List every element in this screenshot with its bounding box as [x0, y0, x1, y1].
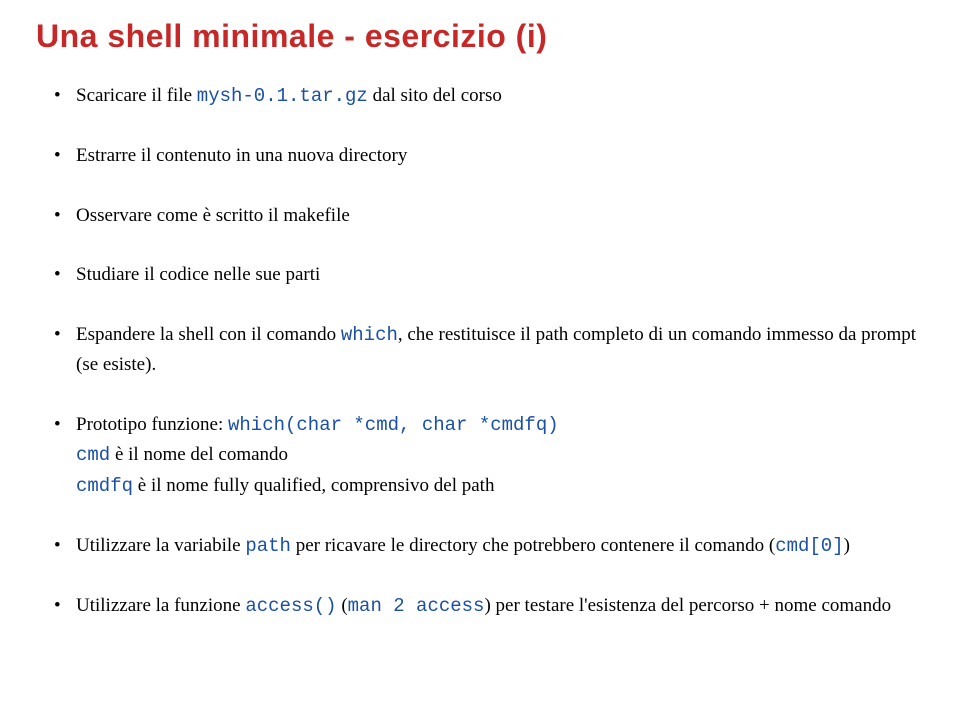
- text: Osservare come è scritto il makefile: [76, 205, 350, 226]
- slide: Una shell minimale - esercizio (i) Scari…: [0, 0, 960, 642]
- bullet-item: Espandere la shell con il comando which,…: [54, 320, 924, 380]
- code-command: which: [341, 324, 398, 346]
- subline: cmd è il nome del comando: [76, 440, 924, 470]
- text: ) per testare l'esistenza del percorso +…: [484, 595, 891, 616]
- code-func: access(): [245, 595, 336, 617]
- text: dal sito del corso: [368, 85, 502, 106]
- bullet-item: Osservare come è scritto il makefile: [54, 201, 924, 230]
- code-filename: mysh-0.1.tar.gz: [197, 85, 368, 107]
- text: Utilizzare la funzione: [76, 595, 245, 616]
- bullet-item: Scaricare il file mysh-0.1.tar.gz dal si…: [54, 81, 924, 111]
- text: ): [844, 535, 850, 556]
- bullet-list: Scaricare il file mysh-0.1.tar.gz dal si…: [36, 81, 924, 622]
- text: Prototipo funzione:: [76, 414, 228, 435]
- code-variable: path: [245, 535, 291, 557]
- subline: cmdfq è il nome fully qualified, compren…: [76, 471, 924, 501]
- text: Scaricare il file: [76, 85, 197, 106]
- sublines: cmd è il nome del comando cmdfq è il nom…: [76, 440, 924, 501]
- bullet-item: Utilizzare la funzione access() (man 2 a…: [54, 591, 924, 621]
- bullet-item: Studiare il codice nelle sue parti: [54, 260, 924, 289]
- code-arg: cmd: [76, 444, 110, 466]
- text: Utilizzare la variabile: [76, 535, 245, 556]
- code-man: man 2 access: [348, 595, 485, 617]
- text: (: [337, 595, 348, 616]
- code-expr: cmd[0]: [775, 535, 843, 557]
- code-prototype: which(char *cmd, char *cmdfq): [228, 414, 559, 436]
- text: per ricavare le directory che potrebbero…: [291, 535, 775, 556]
- bullet-item: Prototipo funzione: which(char *cmd, cha…: [54, 410, 924, 501]
- bullet-item: Estrarre il contenuto in una nuova direc…: [54, 141, 924, 170]
- text: Studiare il codice nelle sue parti: [76, 264, 320, 285]
- text: Estrarre il contenuto in una nuova direc…: [76, 145, 407, 166]
- bullet-item: Utilizzare la variabile path per ricavar…: [54, 531, 924, 561]
- text: Espandere la shell con il comando: [76, 324, 341, 345]
- code-arg: cmdfq: [76, 475, 133, 497]
- text: è il nome del comando: [110, 444, 288, 465]
- page-title: Una shell minimale - esercizio (i): [36, 18, 924, 55]
- text: è il nome fully qualified, comprensivo d…: [133, 475, 494, 496]
